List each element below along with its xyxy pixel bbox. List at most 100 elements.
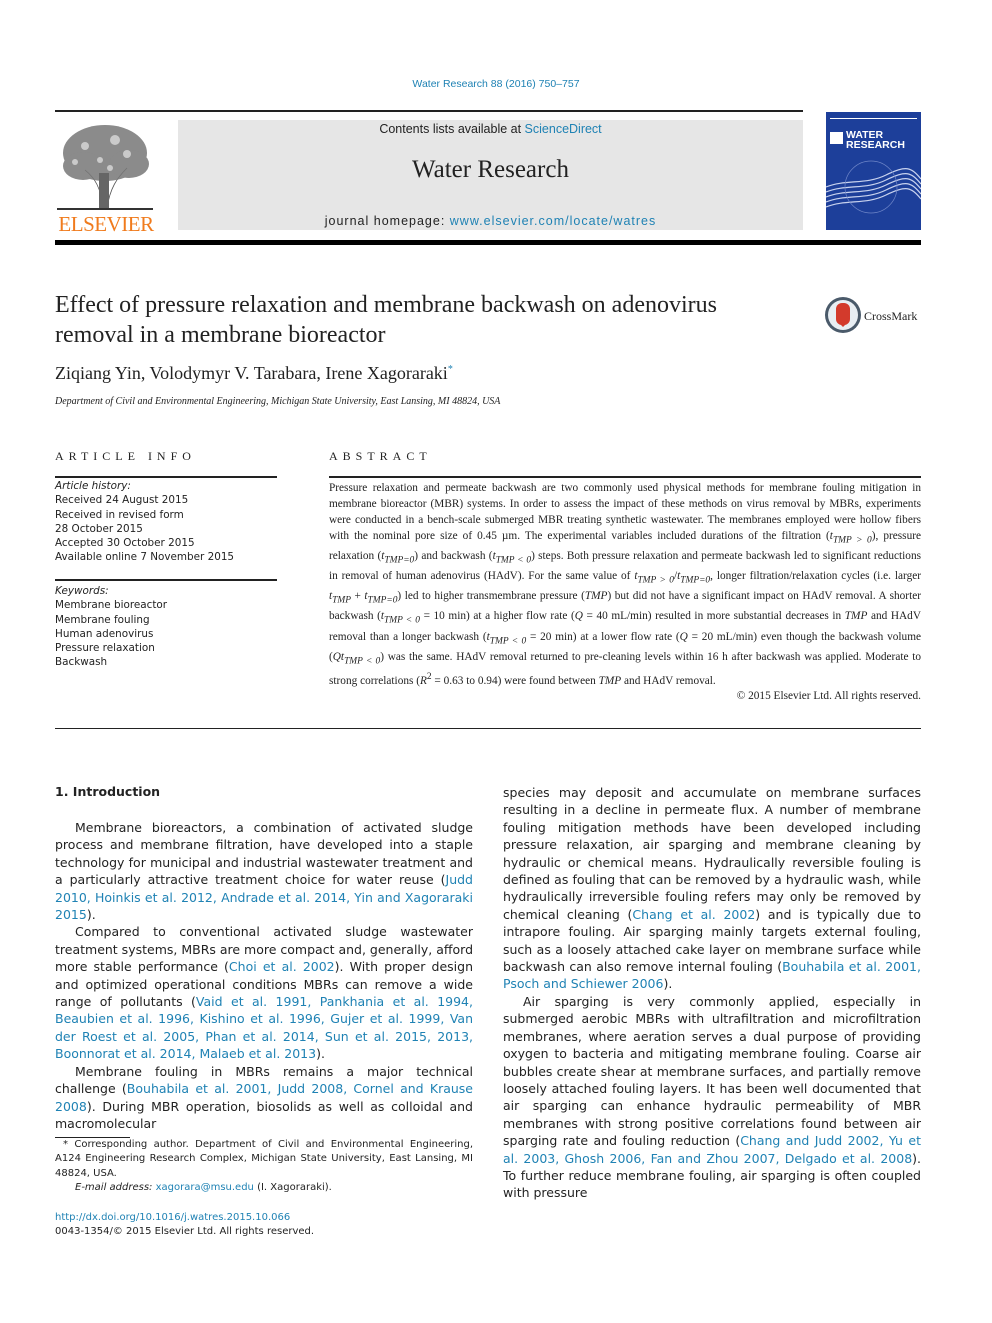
journal-title: Water Research <box>412 156 569 183</box>
abstract-text: = 40 mL/min) resulted in more substantia… <box>582 610 845 623</box>
crossmark-icon[interactable] <box>824 296 862 334</box>
masthead-divider <box>55 240 921 245</box>
body-text: ). During MBR operation, biosolids as we… <box>55 1098 473 1131</box>
math-var: TMP <box>844 610 868 623</box>
keyword-item: Backwash <box>55 656 108 669</box>
keywords-divider <box>55 579 277 581</box>
iwa-badge-icon <box>830 132 843 144</box>
keywords-label: Keywords: <box>55 585 109 597</box>
abstract-copyright: © 2015 Elsevier Ltd. All rights reserved… <box>736 690 921 703</box>
math-sub: TMP < 0 <box>344 655 381 666</box>
paragraph: Air sparging is very commonly applied, e… <box>503 993 921 1202</box>
elsevier-wordmark: ELSEVIER <box>58 212 154 236</box>
corresponding-note: * Corresponding author. Department of Ci… <box>55 1139 473 1179</box>
history-item: 28 October 2015 <box>55 522 143 535</box>
cover-wave-graphic <box>826 160 921 214</box>
homepage-prefix: journal homepage: <box>324 214 450 228</box>
email-label: E-mail address: <box>75 1182 156 1194</box>
keyword-item: Pressure relaxation <box>55 642 155 655</box>
article-history-label: Article history: <box>55 480 131 492</box>
paragraph: species may deposit and accumulate on me… <box>503 784 921 993</box>
corresponding-author-footnote: * Corresponding author. Department of Ci… <box>55 1138 473 1196</box>
email-line: E-mail address: xagorara@msu.edu (I. Xag… <box>55 1181 473 1195</box>
cover-title: WATER RESEARCH <box>846 130 905 151</box>
journal-citation[interactable]: Water Research 88 (2016) 750–757 <box>0 78 992 90</box>
abstract-bottom-divider <box>55 728 921 729</box>
math-sub: TMP=0 <box>384 555 415 566</box>
history-item: Received 24 August 2015 <box>55 494 189 507</box>
doi-block: http://dx.doi.org/10.1016/j.watres.2015.… <box>55 1211 314 1240</box>
authors-names: Ziqiang Yin, Volodymyr V. Tarabara, Iren… <box>55 363 448 383</box>
keyword-item: Membrane bioreactor <box>55 599 168 612</box>
abstract-text: + <box>350 590 365 603</box>
body-text: species may deposit and accumulate on me… <box>503 785 921 922</box>
issn-copyright: 0043-1354/© 2015 Elsevier Ltd. All right… <box>55 1226 315 1238</box>
body-text: ). <box>86 907 96 923</box>
corresponding-author-mark[interactable]: * <box>448 364 453 375</box>
math-sub: TMP=0 <box>680 575 711 586</box>
abstract-text: = 20 min) at a lower flow rate ( <box>526 630 680 643</box>
math-var: Q <box>574 610 583 623</box>
header-divider <box>55 110 803 112</box>
math-var: TMP <box>584 590 608 603</box>
abstract-body: Pressure relaxation and permeate backwas… <box>329 481 921 705</box>
math-sub: TMP < 0 <box>384 615 420 626</box>
citation-link[interactable]: Choi et al. 2002 <box>229 959 335 974</box>
journal-cover-thumbnail[interactable]: WATER RESEARCH <box>826 112 921 230</box>
abstract-text: = 0.63 to 0.94) were found between <box>431 674 599 687</box>
abstract-divider <box>329 476 921 478</box>
article-title-line1: Effect of pressure relaxation and membra… <box>55 292 717 318</box>
body-column-right: species may deposit and accumulate on me… <box>503 784 921 1202</box>
introduction-heading: 1. Introduction <box>55 784 161 799</box>
homepage-link[interactable]: www.elsevier.com/locate/watres <box>450 214 656 228</box>
history-item: Accepted 30 October 2015 <box>55 537 195 550</box>
affiliation: Department of Civil and Environmental En… <box>55 396 501 407</box>
article-info-divider <box>55 476 277 478</box>
contents-prefix: Contents lists available at <box>379 122 525 136</box>
abstract-text: ) led to higher transmembrane pressure ( <box>397 590 585 603</box>
math-var: TMP <box>598 674 622 687</box>
doi-link[interactable]: http://dx.doi.org/10.1016/j.watres.2015.… <box>55 1212 290 1223</box>
math-sub: TMP < 0 <box>495 555 532 566</box>
paragraph: Compared to conventional activated sludg… <box>55 923 473 1062</box>
abstract-text: and HAdV removal. <box>621 674 716 687</box>
sciencedirect-link[interactable]: ScienceDirect <box>525 122 602 136</box>
abstract-text: ) and backwash ( <box>414 549 493 562</box>
math-sub: TMP > 0 <box>637 575 674 586</box>
article-info-heading: ARTICLE INFO <box>55 449 196 463</box>
math-sub: TMP > 0 <box>832 534 872 545</box>
math-sub: TMP < 0 <box>489 635 527 646</box>
history-item: Received in revised form <box>55 508 184 521</box>
cover-topline <box>830 118 917 119</box>
body-text: Air sparging is very commonly applied, e… <box>503 993 921 1149</box>
abstract-heading: ABSTRACT <box>329 449 432 463</box>
math-var: R <box>419 674 427 687</box>
paragraph: Membrane bioreactors, a combination of a… <box>55 819 473 923</box>
keyword-item: Human adenovirus <box>55 627 154 640</box>
abstract-text: , longer filtration/relaxation cycles (i… <box>710 570 922 583</box>
email-suffix: (I. Xagoraraki). <box>253 1182 332 1194</box>
body-column-left: Membrane bioreactors, a combination of a… <box>55 819 473 1132</box>
math-var: Qt <box>332 650 345 663</box>
homepage-line: journal homepage: www.elsevier.com/locat… <box>178 214 803 228</box>
math-var: Q <box>679 630 688 643</box>
email-link[interactable]: xagorara@msu.edu <box>156 1182 254 1193</box>
article-title-line2: removal in a membrane bioreactor <box>55 322 386 348</box>
keyword-item: Membrane fouling <box>55 613 150 626</box>
math-sub: TMP=0 <box>367 595 398 606</box>
citation-link[interactable]: Chang et al. 2002 <box>632 907 755 922</box>
author-list: Ziqiang Yin, Volodymyr V. Tarabara, Iren… <box>55 363 453 384</box>
paragraph: Membrane fouling in MBRs remains a major… <box>55 1063 473 1133</box>
body-text: Membrane bioreactors, a combination of a… <box>55 820 473 888</box>
history-item: Available online 7 November 2015 <box>55 551 235 564</box>
article-history: Article history: Received 24 August 2015… <box>55 479 234 565</box>
article-title: Effect of pressure relaxation and membra… <box>55 290 815 350</box>
contents-line: Contents lists available at ScienceDirec… <box>178 122 803 136</box>
math-sub: TMP <box>332 595 351 606</box>
abstract-text: = 10 min) at a higher flow rate ( <box>419 610 575 623</box>
crossmark-label[interactable]: CrossMark <box>864 309 917 324</box>
body-text: ). <box>316 1046 325 1062</box>
cover-title-line2: RESEARCH <box>846 139 905 151</box>
body-text: ). <box>663 976 673 992</box>
keywords: Keywords: Membrane bioreactor Membrane f… <box>55 584 167 670</box>
